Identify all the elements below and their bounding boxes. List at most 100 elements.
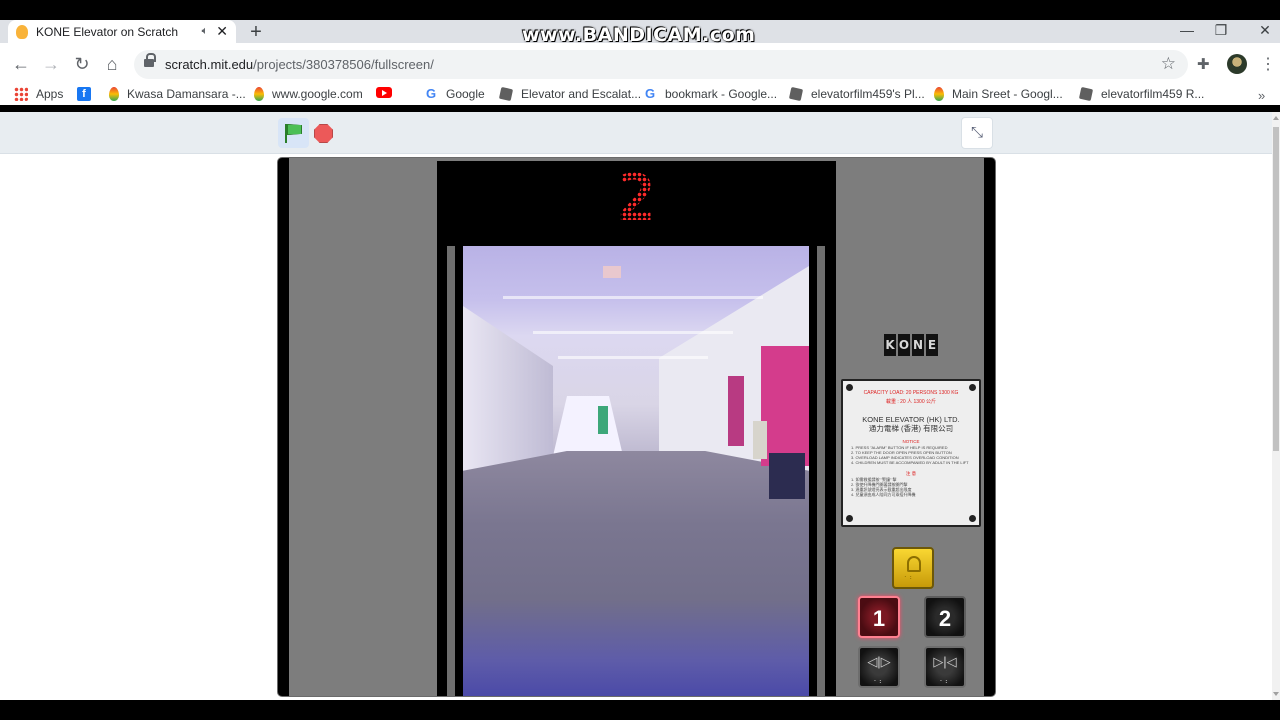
address-bar[interactable]: scratch.mit.edu/projects/380378506/fulls… xyxy=(134,50,1188,79)
easel-sign xyxy=(753,421,767,459)
bookmark-label: Kwasa Damansara -... xyxy=(127,87,246,101)
door-jamb-right xyxy=(817,246,825,696)
braille-dots: ⠁⠃ xyxy=(904,577,915,583)
forward-button[interactable]: → xyxy=(40,53,62,75)
bookmark-google-com[interactable]: www.google.com xyxy=(254,87,363,101)
green-flag-icon xyxy=(285,124,287,143)
url-text[interactable]: scratch.mit.edu/projects/380378506/fulls… xyxy=(165,57,434,72)
scratch-page: ⤡ 2 K O N E CAPACITY LOAD: 20 PERSONS 13… xyxy=(0,112,1272,700)
profile-avatar[interactable] xyxy=(1227,54,1247,74)
roblox-icon xyxy=(498,86,514,102)
google-icon: G xyxy=(425,86,437,101)
screw-icon xyxy=(846,515,853,522)
stage-border-left xyxy=(278,158,289,696)
bookmark-bookmark-google[interactable]: G bookmark - Google... xyxy=(643,86,778,102)
bookmark-label: Google xyxy=(446,87,485,101)
bookmark-google[interactable]: G Google xyxy=(424,86,485,102)
browser-menu-icon[interactable]: ⋮ xyxy=(1260,54,1276,74)
maps-pin-icon xyxy=(109,87,119,101)
facebook-icon: f xyxy=(77,87,91,101)
braille-dots: ⠁⠃ xyxy=(873,681,885,687)
scratch-stage[interactable]: 2 K O N E CAPACITY LOAD: 20 PERSONS 1300… xyxy=(277,157,996,697)
alarm-button[interactable]: ⠁⠃ xyxy=(892,547,934,589)
kone-logo: K O N E xyxy=(884,334,938,356)
floor-indicator: 2 xyxy=(617,162,656,236)
corridor-sign xyxy=(598,406,608,434)
bookmark-label: www.google.com xyxy=(272,87,363,101)
capacity-text-cn: 載重 : 20 人 1300 公斤 xyxy=(885,399,937,405)
elevator-door-frame: 2 xyxy=(437,161,836,696)
recorder-watermark: www.BANDICAM.com xyxy=(522,24,756,46)
bookmark-main-street[interactable]: Main Sreet - Googl... xyxy=(934,87,1063,101)
notice-line-cn: 4. 兒童須由成人陪同方可乘搭升降機 xyxy=(851,492,916,497)
speaker-icon[interactable]: 🔈︎ xyxy=(202,25,209,38)
bookmark-elevatorfilm-r[interactable]: elevatorfilm459 R... xyxy=(1078,86,1205,102)
maximize-button[interactable]: ❐ xyxy=(1198,20,1244,43)
door-close-icon: ▷|◁ xyxy=(933,654,957,669)
bookmark-label: Main Sreet - Googl... xyxy=(952,87,1063,101)
green-flag-button[interactable] xyxy=(278,118,309,148)
notice-line: 4. CHILDREN MUST BE ACCOMPANIED BY ADULT… xyxy=(851,460,969,465)
kone-letter: N xyxy=(912,334,924,356)
green-flag-cloth xyxy=(287,124,302,135)
company-name-cn: 通力電梯 (香港) 有限公司 xyxy=(868,424,954,433)
exit-fullscreen-button[interactable]: ⤡ xyxy=(961,117,993,149)
tab-title: KONE Elevator on Scratch xyxy=(36,24,179,39)
door-open-button[interactable]: ◁|▷ ⠁⠃ xyxy=(858,646,900,688)
lock-icon[interactable] xyxy=(144,53,156,69)
bookmark-elevator-escalator[interactable]: Elevator and Escalat... xyxy=(498,86,642,102)
capacity-plate: CAPACITY LOAD: 20 PERSONS 1300 KG 載重 : 2… xyxy=(841,379,981,527)
door-open-icon: ◁|▷ xyxy=(867,654,891,669)
url-host: scratch.mit.edu xyxy=(165,57,254,72)
reload-button[interactable]: ↻ xyxy=(71,53,93,75)
tab-close-icon[interactable]: ✕ xyxy=(216,23,228,40)
scrollbar-thumb[interactable] xyxy=(1273,127,1279,451)
ceiling-line xyxy=(503,296,763,299)
bookmark-label: bookmark - Google... xyxy=(665,87,778,101)
back-button[interactable]: ← xyxy=(10,53,32,75)
window-close-button[interactable]: ✕ xyxy=(1242,20,1280,43)
tab-kone-elevator[interactable]: KONE Elevator on Scratch 🔈︎ ✕ xyxy=(8,20,236,43)
floor-display: 2 xyxy=(437,161,836,246)
scroll-up-arrow-icon[interactable] xyxy=(1273,116,1279,120)
capacity-text: CAPACITY LOAD: 20 PERSONS 1300 KG xyxy=(863,390,959,396)
pink-wall-panel xyxy=(761,346,809,466)
bookmark-youtube[interactable] xyxy=(376,87,400,98)
kone-letter: K xyxy=(884,334,896,356)
ceiling-line xyxy=(558,356,708,359)
scroll-down-arrow-icon[interactable] xyxy=(1273,692,1279,696)
bookmark-label: elevatorfilm459's Pl... xyxy=(811,87,925,101)
bookmark-facebook[interactable]: f xyxy=(77,87,99,101)
bookmark-label: Elevator and Escalat... xyxy=(521,87,642,101)
screen: www.BANDICAM.com KONE Elevator on Scratc… xyxy=(0,0,1280,720)
screw-icon xyxy=(969,384,976,391)
extensions-icon[interactable]: ✚ xyxy=(1197,55,1210,73)
page-scrollbar[interactable] xyxy=(1272,112,1280,700)
door-close-button[interactable]: ▷|◁ ⠁⠃ xyxy=(924,646,966,688)
bell-icon xyxy=(907,556,921,572)
company-name: KONE ELEVATOR (HK) LTD. xyxy=(862,415,960,424)
screw-icon xyxy=(969,515,976,522)
ceiling-line xyxy=(533,331,733,334)
bookmarks-overflow-icon[interactable]: » xyxy=(1258,88,1265,103)
pink-wall-panel xyxy=(728,376,744,446)
stop-sign-icon[interactable] xyxy=(314,124,333,143)
google-icon: G xyxy=(644,86,656,101)
floor-1-button[interactable]: 1 xyxy=(858,596,900,638)
browser-toolbar: ← → ↻ ⌂ scratch.mit.edu/projects/3803785… xyxy=(0,43,1280,85)
youtube-icon xyxy=(376,87,392,98)
bookmark-apps[interactable]: Apps xyxy=(14,87,63,101)
bookmark-star-icon[interactable]: ☆ xyxy=(1161,54,1176,74)
corridor-carpet xyxy=(463,451,809,696)
apps-icon xyxy=(14,87,28,101)
new-tab-button[interactable]: + xyxy=(246,21,266,44)
top-letterbox xyxy=(0,0,1280,20)
home-button[interactable]: ⌂ xyxy=(101,53,123,75)
floor-2-button[interactable]: 2 xyxy=(924,596,966,638)
door-jamb-left xyxy=(447,246,455,696)
bottom-letterbox xyxy=(0,700,1280,720)
bookmark-label: elevatorfilm459 R... xyxy=(1101,87,1205,101)
bookmark-kwasa-damansara[interactable]: Kwasa Damansara -... xyxy=(109,87,246,101)
bookmark-elevatorfilm-places[interactable]: elevatorfilm459's Pl... xyxy=(788,86,925,102)
braille-dots: ⠁⠃ xyxy=(939,681,951,687)
